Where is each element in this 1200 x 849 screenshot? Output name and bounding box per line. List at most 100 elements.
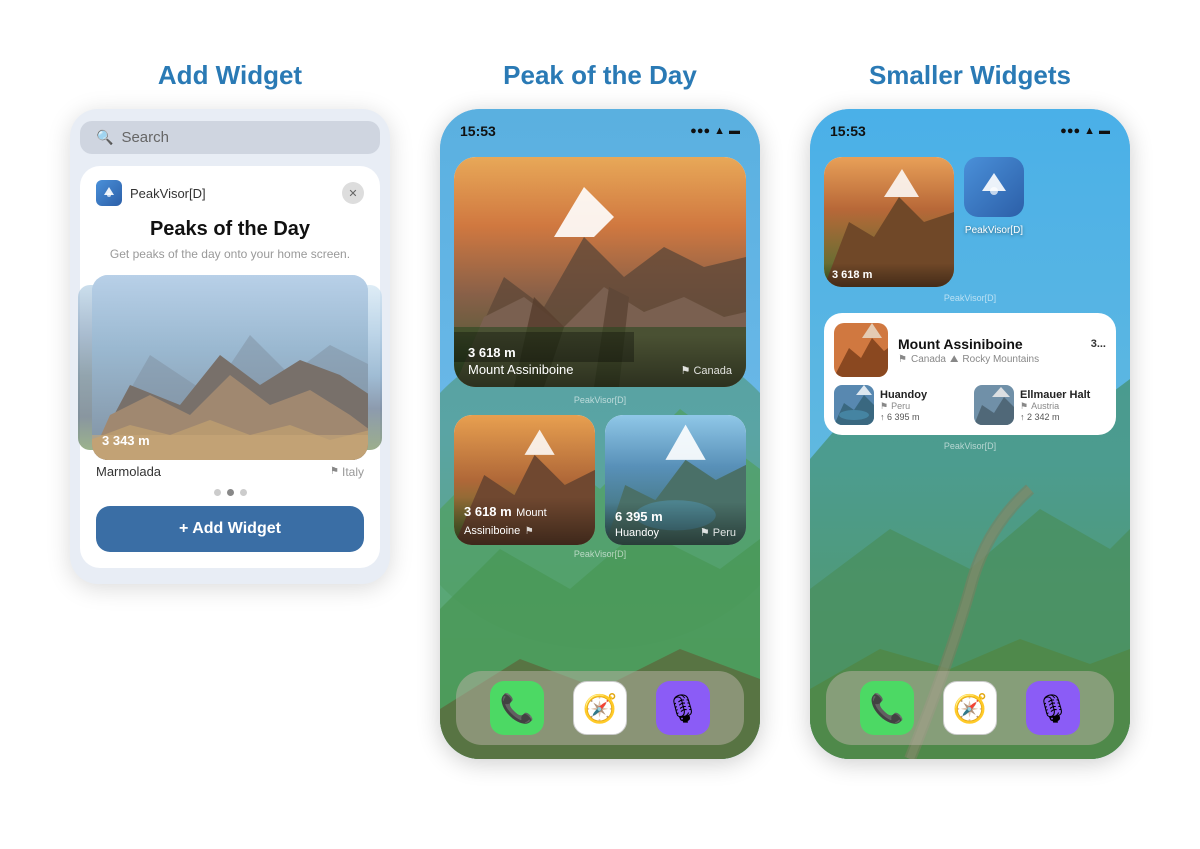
status-bar-3: 15:53 ●●● ▲ ▬ — [810, 109, 1130, 145]
close-button[interactable]: ✕ — [342, 182, 364, 204]
signal-icon-3: ●●● — [1060, 125, 1080, 137]
app-icon-home[interactable] — [964, 157, 1024, 217]
dot-2 — [227, 489, 234, 496]
small-widget-app-label: PeakVisor[D] — [824, 293, 1116, 303]
dock-safari-3[interactable]: 🧭 — [943, 681, 997, 735]
add-widget-panel: 🔍 Search PeakVisor[D] ✕ — [70, 109, 390, 584]
flag-austria: ⚑ — [1020, 401, 1028, 412]
dock-phone-3[interactable]: 📞 — [860, 681, 914, 735]
half1-flag: ⚑ — [525, 526, 534, 537]
phone-screen-2: 15:53 ●●● ▲ ▬ — [440, 109, 760, 759]
list-sub-meta-2: ⚑ Austria — [1020, 401, 1106, 412]
app-icon-label: PeakVisor[D] — [965, 225, 1023, 236]
status-time-3: 15:53 — [830, 123, 866, 139]
preview-country: ⚑ Italy — [330, 465, 364, 479]
dock-podcasts-3[interactable]: 🎙 — [1026, 681, 1080, 735]
dot-3 — [240, 489, 247, 496]
list-sub-name-1: Huandoy — [880, 389, 966, 401]
list-sub-elev-1: ↑ 6 395 m — [880, 412, 966, 422]
status-icons-2: ●●● ▲ ▬ — [690, 125, 740, 137]
large-country: ⚑ Canada — [681, 364, 732, 377]
list-main-name: Mount Assiniboine — [898, 336, 1023, 352]
half2-country: ⚑ Peru — [700, 526, 736, 539]
widget-subtitle: Get peaks of the day onto your home scre… — [96, 247, 364, 261]
half-widgets-row: 3 618 m Mount Assiniboine ⚑ — [454, 415, 746, 545]
widget-footer: Marmolada ⚑ Italy — [96, 464, 364, 479]
widget-title: Peaks of the Day — [96, 218, 364, 241]
mountain-icon: ⛰ — [950, 354, 958, 365]
list-sub-1: Huandoy ⚑ Peru ↑ 6 395 m — [834, 385, 966, 425]
dock-podcasts-2[interactable]: 🎙 — [656, 681, 710, 735]
preview-peak-name: Marmolada — [96, 464, 161, 479]
wifi-icon-3: ▲ — [1084, 125, 1095, 137]
half2-flag: ⚑ — [700, 526, 710, 539]
half-widgets-label: PeakVisor[D] — [454, 549, 746, 559]
status-time-2: 15:53 — [460, 123, 496, 139]
small-widget: 3 618 m — [824, 157, 954, 287]
column-peak-day: Peak of the Day 15:53 — [430, 60, 770, 759]
half1-elevation: 3 618 m — [464, 504, 512, 519]
app-name-label: PeakVisor[D] — [130, 186, 206, 201]
widget-card: PeakVisor[D] ✕ Peaks of the Day Get peak… — [80, 166, 380, 568]
wifi-icon: ▲ — [714, 125, 725, 137]
list-widget-card: Mount Assiniboine 3... ⚑ Canada ⛰ Rocky … — [824, 313, 1116, 435]
phone-dock-2: 📞 🧭 🎙 — [456, 671, 744, 745]
list-info-main: Mount Assiniboine 3... ⚑ Canada ⛰ Rocky … — [898, 336, 1106, 365]
column-smaller: Smaller Widgets — [800, 60, 1140, 759]
column1-title: Add Widget — [158, 60, 302, 91]
flag-icon-2: ⚑ — [681, 364, 691, 377]
battery-icon: ▬ — [729, 125, 740, 137]
widget-card-header: PeakVisor[D] ✕ — [96, 180, 364, 206]
small-elevation: 3 618 m — [832, 269, 946, 281]
column3-title: Smaller Widgets — [869, 60, 1071, 91]
large-widget-overlay: 3 618 m Mount Assiniboine ⚑ Canada — [454, 335, 746, 387]
add-widget-label: + Add Widget — [179, 520, 281, 538]
half-widget-2-overlay: 6 395 m Huandoy ⚑ Peru — [605, 502, 746, 545]
search-text: Search — [121, 129, 169, 146]
large-widget: 3 618 m Mount Assiniboine ⚑ Canada — [454, 157, 746, 387]
list-sub-info-2: Ellmauer Halt ⚑ Austria ↑ 2 342 m — [1020, 389, 1106, 422]
carousel-dots — [96, 489, 364, 496]
half-widget-1-overlay: 3 618 m Mount Assiniboine ⚑ — [454, 497, 595, 545]
app-icon-small — [96, 180, 122, 206]
status-icons-3: ●●● ▲ ▬ — [1060, 125, 1110, 137]
widget-card-header-left: PeakVisor[D] — [96, 180, 206, 206]
half2-elevation: 6 395 m — [615, 509, 663, 524]
list-sub-name-2: Ellmauer Halt — [1020, 389, 1106, 401]
dock-phone-2[interactable]: 📞 — [490, 681, 544, 735]
list-sub-elev-2: ↑ 2 342 m — [1020, 412, 1106, 422]
app-icon-container: PeakVisor[D] — [964, 157, 1024, 236]
list-sub-2: Ellmauer Halt ⚑ Austria ↑ 2 342 m — [974, 385, 1106, 425]
phone-screen-3: 15:53 ●●● ▲ ▬ — [810, 109, 1130, 759]
dot-1 — [214, 489, 221, 496]
phone-content-3: 3 618 m PeakVisor[D] PeakVisor[D] — [810, 149, 1130, 459]
list-main-elev: 3... — [1091, 338, 1106, 350]
list-widget-main: Mount Assiniboine 3... ⚑ Canada ⛰ Rocky … — [834, 323, 1106, 377]
list-sub-meta-1: ⚑ Peru — [880, 401, 966, 412]
list-sub-info-1: Huandoy ⚑ Peru ↑ 6 395 m — [880, 389, 966, 422]
half2-name: Huandoy — [615, 527, 659, 539]
list-widget-app-label: PeakVisor[D] — [824, 441, 1116, 451]
large-peak-name: Mount Assiniboine — [468, 362, 574, 377]
preview-outer: 3 343 m — [92, 275, 368, 460]
battery-icon-3: ▬ — [1099, 125, 1110, 137]
dock-safari-2[interactable]: 🧭 — [573, 681, 627, 735]
preview-elevation: 3 343 m — [102, 433, 150, 448]
search-bar[interactable]: 🔍 Search — [80, 121, 380, 154]
small-widget-row: 3 618 m PeakVisor[D] — [824, 157, 1116, 287]
half-widget-2: 6 395 m Huandoy ⚑ Peru — [605, 415, 746, 545]
preview-main: 3 343 m — [92, 275, 368, 460]
column2-title: Peak of the Day — [503, 60, 697, 91]
half-widget-1: 3 618 m Mount Assiniboine ⚑ — [454, 415, 595, 545]
flag-peru: ⚑ — [880, 401, 888, 412]
add-widget-button[interactable]: + Add Widget — [96, 506, 364, 552]
list-thumb-main — [834, 323, 888, 377]
list-main-meta: ⚑ Canada ⛰ Rocky Mountains — [898, 354, 1106, 365]
column-add-widget: Add Widget 🔍 Search — [60, 60, 400, 584]
flag-icon: ⚑ — [330, 466, 339, 477]
large-elevation: 3 618 m — [468, 345, 574, 360]
search-icon: 🔍 — [96, 129, 113, 146]
status-bar-2: 15:53 ●●● ▲ ▬ — [440, 109, 760, 145]
signal-icon: ●●● — [690, 125, 710, 137]
large-widget-app-label: PeakVisor[D] — [454, 395, 746, 405]
